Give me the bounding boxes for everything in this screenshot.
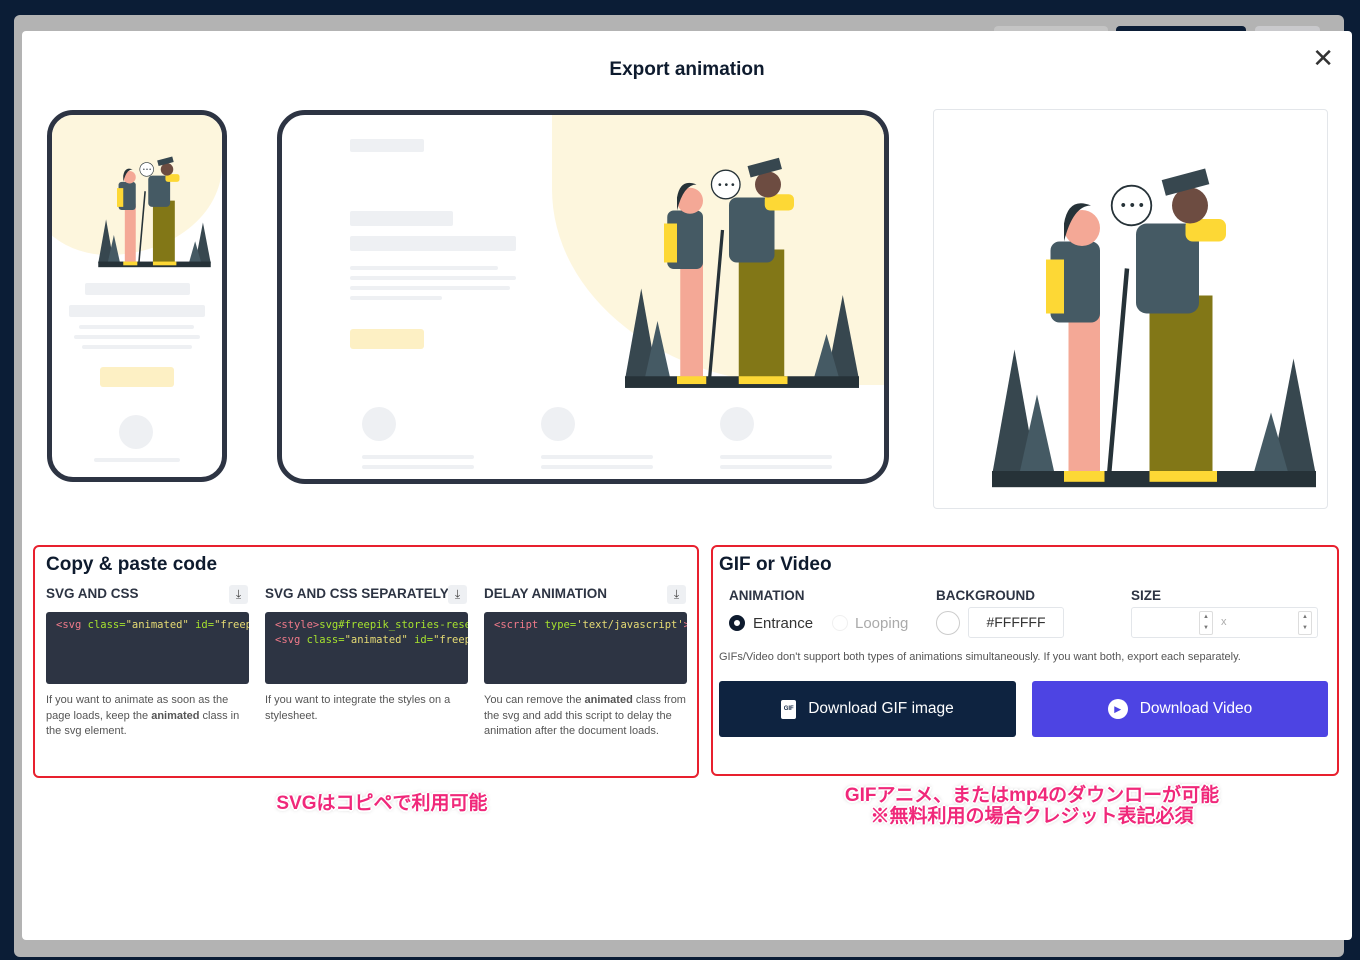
desktop-preview (277, 110, 889, 484)
close-icon[interactable]: ✕ (1312, 45, 1334, 71)
export-animation-modal: Export animation ✕ Copy & paste code SVG… (22, 31, 1352, 940)
illustration (612, 135, 872, 403)
svg-css-separately-label: SVG AND CSS SEPARATELY (265, 586, 449, 601)
play-icon: ▶ (1107, 699, 1128, 719)
height-stepper[interactable]: ▲ ▼ (1298, 611, 1312, 635)
square-preview (933, 109, 1328, 509)
width-stepper[interactable]: ▲ ▼ (1199, 611, 1213, 635)
code-section-title: Copy & paste code (46, 554, 218, 575)
entrance-label[interactable]: Entrance (753, 615, 813, 632)
download-icon[interactable]: ⤓ (667, 585, 686, 604)
gif-file-icon: GIF (781, 699, 797, 719)
size-label: SIZE (1131, 588, 1162, 603)
background-label: BACKGROUND (936, 588, 1035, 603)
code-snippet-svg-css[interactable]: <svg class="animated" id="freepik (46, 612, 249, 684)
download-icon[interactable]: ⤓ (448, 585, 467, 604)
mobile-preview (47, 110, 227, 482)
separately-description: If you want to integrate the styles on a… (265, 694, 451, 722)
gif-section-title: GIF or Video (719, 554, 832, 575)
size-input[interactable]: ▲ ▼ x ▲ ▼ (1131, 607, 1318, 638)
delay-animation-label: DELAY ANIMATION (484, 586, 608, 601)
delay-description: You can remove the animated class from t… (484, 694, 686, 737)
entrance-radio[interactable] (729, 615, 745, 631)
looping-radio[interactable] (832, 615, 848, 631)
illustration (974, 135, 1328, 509)
svg-css-description: If you want to animate as soon as the pa… (46, 694, 240, 737)
code-snippet-separately[interactable]: <style>svg#freepik_stories-reset <svg cl… (265, 612, 468, 684)
looping-label[interactable]: Looping (855, 615, 908, 632)
svg-and-css-label: SVG AND CSS (46, 586, 139, 601)
size-separator: x (1221, 616, 1227, 628)
download-video-label: Download Video (1139, 700, 1253, 717)
illustration (92, 145, 217, 275)
download-gif-button[interactable]: GIF Download GIF image (719, 681, 1016, 737)
background-color-input[interactable]: #FFFFFF (968, 607, 1064, 638)
download-video-button[interactable]: ▶ Download Video (1032, 681, 1328, 737)
background-color-swatch[interactable] (936, 611, 960, 635)
download-gif-label: Download GIF image (808, 700, 954, 717)
modal-title: Export animation (609, 59, 765, 80)
animation-label: ANIMATION (729, 588, 805, 603)
annotation-left: SVGはコピペで利用可能 (276, 793, 488, 814)
annotation-right: GIFアニメ、またはmp4のダウンローが可能 ※無料利用の場合クレジット表記必須 (844, 785, 1220, 827)
format-note: GIFs/Video don't support both types of a… (719, 651, 1241, 663)
code-snippet-delay[interactable]: <script type='text/javascript'>d (484, 612, 687, 684)
download-icon[interactable]: ⤓ (229, 585, 248, 604)
